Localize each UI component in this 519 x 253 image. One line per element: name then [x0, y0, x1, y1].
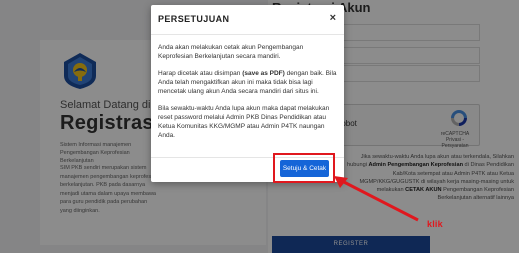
modal-body: Anda akan melakukan cetak akun Pengemban… — [158, 43, 338, 148]
modal-paragraph-3: Bila sewaktu-waktu Anda lupa akun maka d… — [158, 105, 330, 139]
klik-annotation: klik — [427, 219, 443, 229]
modal-paragraph-1: Anda akan melakukan cetak akun Pengemban… — [158, 44, 304, 60]
modal-p2-text-a: Harap dicetak atau disimpan — [158, 70, 243, 77]
red-arrow-icon — [334, 176, 419, 222]
modal-header: PERSETUJUAN × — [151, 5, 344, 35]
click-highlight-box — [273, 153, 335, 183]
modal-p2-bold: (save as PDF) — [242, 70, 285, 77]
modal-title: PERSETUJUAN — [158, 14, 230, 24]
close-icon[interactable]: × — [330, 12, 336, 24]
modal-paragraph-2: Harap dicetak atau disimpan (save as PDF… — [158, 69, 338, 96]
